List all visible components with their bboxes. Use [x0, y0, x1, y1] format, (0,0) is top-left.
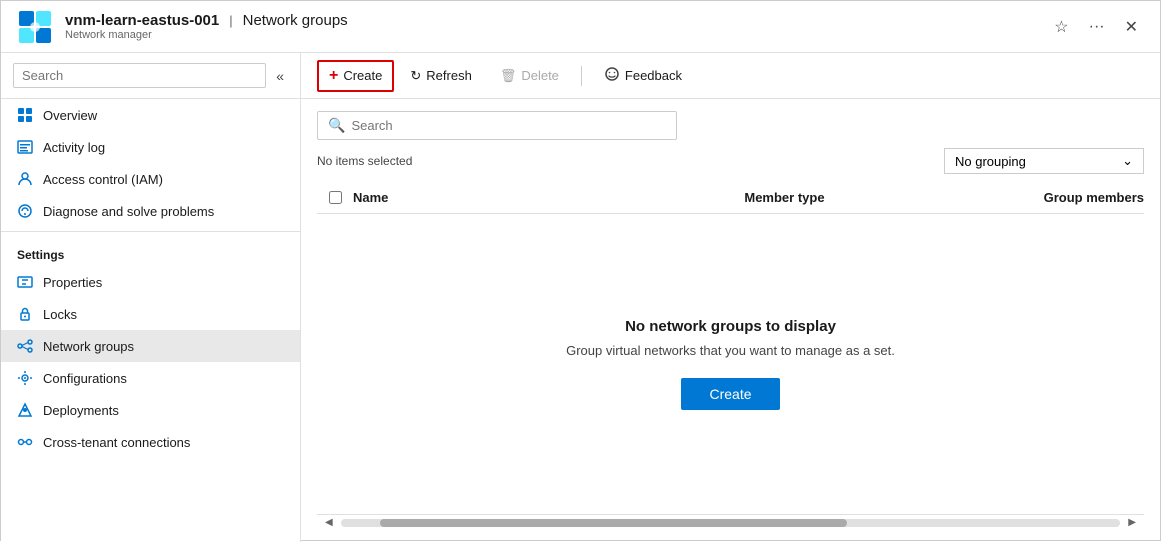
access-control-icon [17, 171, 33, 187]
col-header-member-type: Member type [641, 190, 929, 205]
sidebar-item-label: Locks [43, 307, 77, 322]
sidebar-item-diagnose[interactable]: Diagnose and solve problems [1, 195, 300, 227]
overview-icon [17, 107, 33, 123]
scroll-thumb[interactable] [380, 519, 848, 527]
close-button[interactable]: ✕ [1119, 13, 1144, 41]
collapse-sidebar-button[interactable]: « [272, 64, 288, 88]
select-all-checkbox[interactable] [329, 191, 342, 204]
empty-state-create-button[interactable]: Create [681, 378, 779, 410]
favorite-button[interactable]: ☆ [1048, 13, 1074, 41]
main-layout: « Overview [1, 53, 1160, 542]
toolbar: + Create ↻ Refresh 🗑 Delete [301, 53, 1160, 99]
chevron-down-icon: ⌄ [1122, 153, 1133, 169]
empty-state-title: No network groups to display [625, 318, 836, 335]
content-search-bar[interactable]: 🔍 [317, 111, 677, 140]
create-label: Create [343, 68, 382, 83]
sidebar-item-overview[interactable]: Overview [1, 99, 300, 131]
refresh-button[interactable]: ↻ Refresh [398, 61, 483, 91]
sidebar-item-label: Access control (IAM) [43, 172, 163, 187]
search-icon: 🔍 [328, 117, 345, 134]
table-header: Name Member type Group members [317, 182, 1144, 214]
delete-button[interactable]: 🗑 Delete [488, 61, 571, 91]
scroll-left-arrow[interactable]: ◀ [321, 517, 337, 528]
header-title-group: vnm-learn-eastus-001 | Network groups Ne… [65, 12, 348, 41]
sidebar-item-access-control[interactable]: Access control (IAM) [1, 163, 300, 195]
content-search-input[interactable] [351, 118, 666, 133]
resource-name: vnm-learn-eastus-001 [65, 12, 219, 29]
toolbar-divider [581, 66, 582, 86]
sidebar-item-label: Network groups [43, 339, 134, 354]
no-items-selected-text: No items selected [317, 154, 412, 168]
properties-icon [17, 274, 33, 290]
scroll-track[interactable] [341, 519, 1121, 527]
sidebar: « Overview [1, 53, 301, 542]
locks-icon [17, 306, 33, 322]
settings-section-header: Settings [1, 236, 300, 266]
content-area: + Create ↻ Refresh 🗑 Delete [301, 53, 1160, 542]
sidebar-item-label: Overview [43, 108, 97, 123]
deployments-icon [17, 402, 33, 418]
header-separator: | [229, 13, 232, 28]
sidebar-item-label: Properties [43, 275, 102, 290]
feedback-label: Feedback [625, 68, 682, 83]
feedback-icon [604, 66, 620, 85]
more-options-button[interactable]: ··· [1083, 14, 1111, 40]
diagnose-icon [17, 203, 33, 219]
refresh-icon: ↻ [410, 68, 421, 84]
network-groups-icon [17, 338, 33, 354]
section-divider [1, 231, 300, 232]
refresh-label: Refresh [426, 68, 472, 83]
feedback-button[interactable]: Feedback [592, 59, 694, 92]
sidebar-item-label: Deployments [43, 403, 119, 418]
delete-label: Delete [521, 68, 559, 83]
content-body: 🔍 No items selected No grouping ⌄ Name [301, 99, 1160, 542]
cross-tenant-icon [17, 434, 33, 450]
sidebar-item-cross-tenant[interactable]: Cross-tenant connections [1, 426, 300, 458]
sidebar-item-properties[interactable]: Properties [1, 266, 300, 298]
configurations-icon [17, 370, 33, 386]
sidebar-item-label: Cross-tenant connections [43, 435, 190, 450]
header-checkbox-cell[interactable] [317, 191, 353, 204]
header: vnm-learn-eastus-001 | Network groups Ne… [1, 1, 1160, 53]
grouping-dropdown[interactable]: No grouping ⌄ [944, 148, 1144, 174]
col-header-group-members: Group members [928, 190, 1144, 205]
create-button[interactable]: + Create [317, 60, 394, 92]
table-container: Name Member type Group members No networ… [317, 182, 1144, 514]
sidebar-search-area: « [1, 53, 300, 99]
page-title: Network groups [243, 12, 348, 29]
sidebar-item-label: Diagnose and solve problems [43, 204, 214, 219]
sidebar-item-activity-log[interactable]: Activity log [1, 131, 300, 163]
horizontal-scrollbar[interactable]: ◀ ▶ [317, 514, 1144, 530]
empty-state: No network groups to display Group virtu… [317, 214, 1144, 514]
delete-icon: 🗑 [500, 68, 517, 84]
activity-log-icon [17, 139, 33, 155]
sidebar-item-label: Activity log [43, 140, 105, 155]
scroll-right-arrow[interactable]: ▶ [1124, 517, 1140, 528]
sidebar-search-input[interactable] [13, 63, 266, 88]
resource-type-label: Network manager [65, 29, 348, 41]
app-logo [17, 9, 53, 45]
sidebar-nav: Overview Activity log [1, 99, 300, 542]
col-header-name: Name [353, 190, 641, 205]
sidebar-item-deployments[interactable]: Deployments [1, 394, 300, 426]
sidebar-item-locks[interactable]: Locks [1, 298, 300, 330]
empty-state-description: Group virtual networks that you want to … [566, 343, 895, 358]
sidebar-item-label: Configurations [43, 371, 127, 386]
grouping-label: No grouping [955, 154, 1026, 169]
header-actions: ☆ ··· ✕ [1048, 13, 1144, 41]
sidebar-item-configurations[interactable]: Configurations [1, 362, 300, 394]
create-plus-icon: + [329, 67, 338, 85]
status-bar: No items selected No grouping ⌄ [317, 148, 1144, 174]
sidebar-item-network-groups[interactable]: Network groups [1, 330, 300, 362]
